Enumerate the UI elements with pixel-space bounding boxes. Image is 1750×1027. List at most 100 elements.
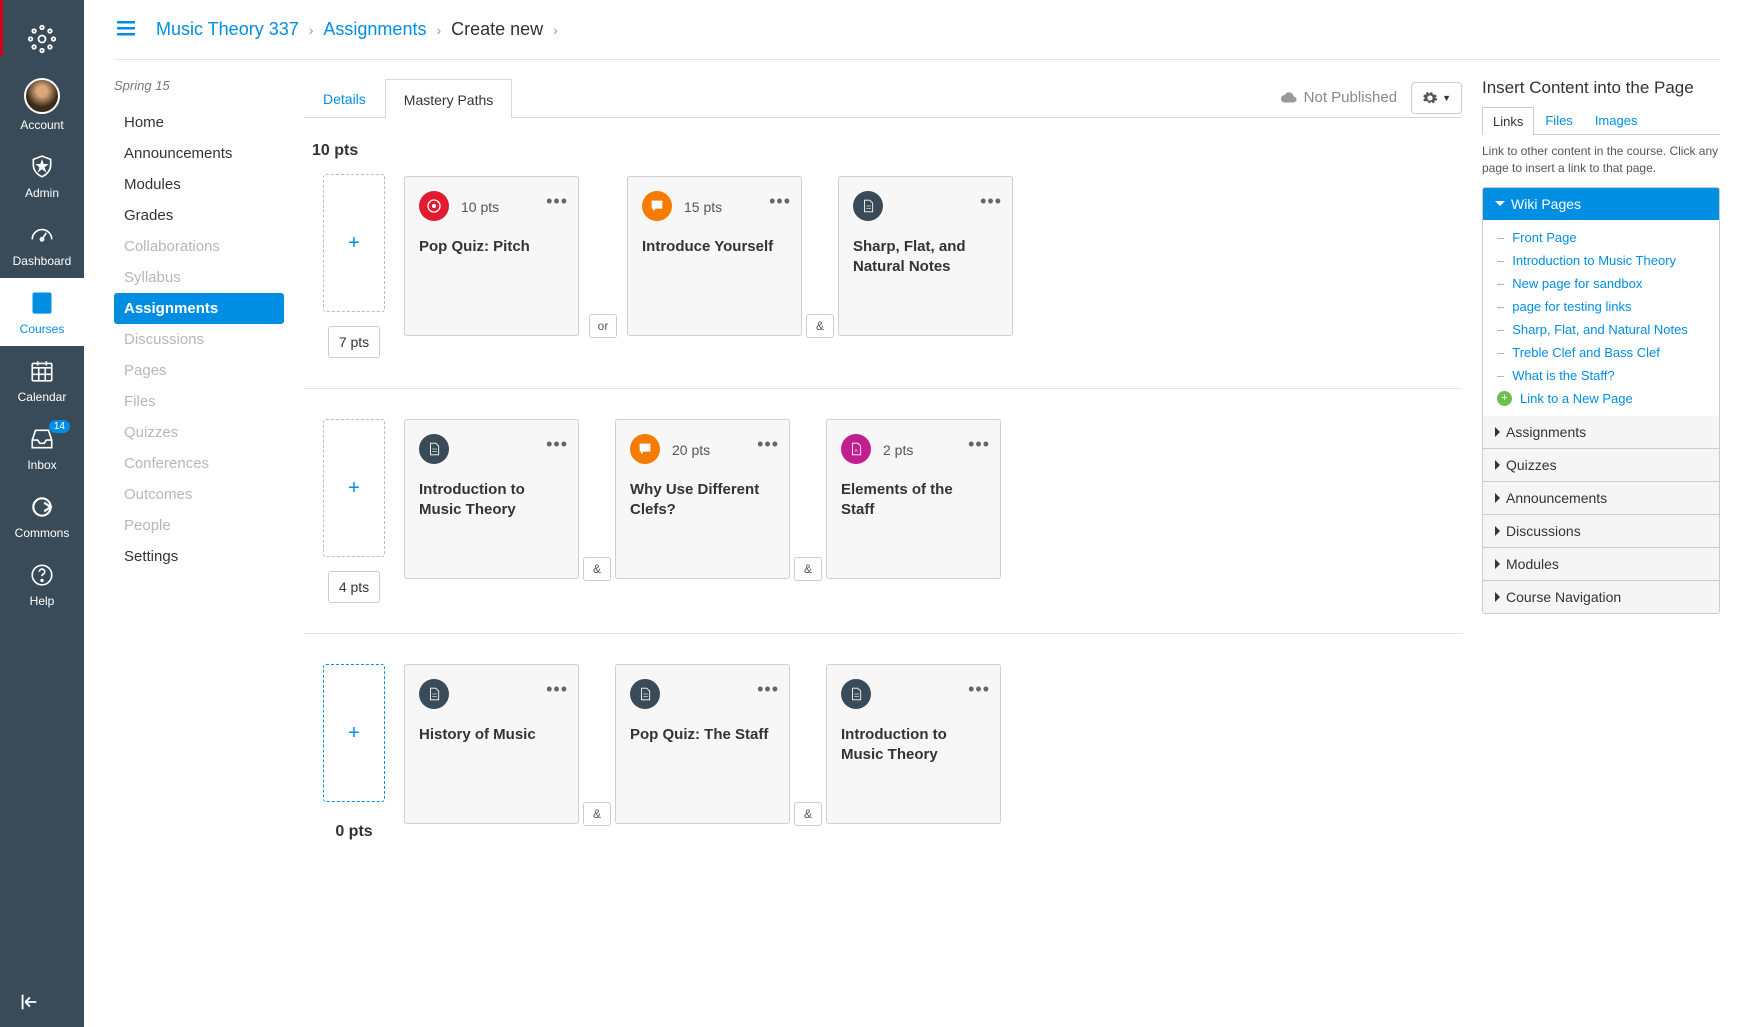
card-menu-button[interactable]: •••: [546, 434, 568, 455]
nav-dashboard[interactable]: Dashboard: [0, 210, 84, 278]
nav-label: Commons: [15, 526, 70, 540]
publish-status: Not Published: [1280, 89, 1397, 107]
page-icon: [853, 191, 883, 221]
card-menu-button[interactable]: •••: [968, 679, 990, 700]
triangle-right-icon: [1495, 460, 1500, 470]
new-page-link[interactable]: +Link to a New Page: [1483, 387, 1719, 410]
course-nav-settings[interactable]: Settings: [114, 541, 284, 572]
connector-and[interactable]: &: [583, 557, 611, 581]
accordion-announcements[interactable]: Announcements: [1483, 482, 1719, 514]
card-menu-button[interactable]: •••: [546, 679, 568, 700]
range-lower[interactable]: 4 pts: [328, 571, 380, 603]
course-nav-modules[interactable]: Modules: [114, 169, 284, 200]
nav-calendar[interactable]: Calendar: [0, 346, 84, 414]
nav-admin[interactable]: Admin: [0, 142, 84, 210]
page-icon: [419, 679, 449, 709]
accordion-label: Discussions: [1506, 523, 1581, 539]
card-menu-button[interactable]: •••: [769, 191, 791, 212]
breadcrumb-section[interactable]: Assignments: [323, 19, 426, 40]
canvas-logo-icon: [27, 24, 57, 54]
course-nav-files[interactable]: Files: [114, 386, 284, 417]
accordion-discussions[interactable]: Discussions: [1483, 515, 1719, 547]
course-nav-home[interactable]: Home: [114, 107, 284, 138]
book-icon: [27, 288, 57, 318]
path-card[interactable]: ••• History of Music: [404, 664, 579, 824]
nav-account[interactable]: Account: [0, 68, 84, 142]
range-lower[interactable]: 7 pts: [328, 326, 380, 358]
wiki-page-link[interactable]: –Sharp, Flat, and Natural Notes: [1483, 318, 1719, 341]
course-nav-collaborations[interactable]: Collaborations: [114, 231, 284, 262]
sidebar-tab-files[interactable]: Files: [1534, 106, 1583, 134]
course-nav-conferences[interactable]: Conferences: [114, 448, 284, 479]
card-menu-button[interactable]: •••: [980, 191, 1002, 212]
tab-mastery-paths[interactable]: Mastery Paths: [385, 79, 512, 118]
wiki-page-link[interactable]: –Treble Clef and Bass Clef: [1483, 341, 1719, 364]
page-icon: [841, 679, 871, 709]
card-menu-button[interactable]: •••: [757, 434, 779, 455]
path-card[interactable]: ••• Introduction to Music Theory: [826, 664, 1001, 824]
wiki-page-link[interactable]: –Introduction to Music Theory: [1483, 249, 1719, 272]
tab-details[interactable]: Details: [304, 78, 385, 117]
connector-or[interactable]: or: [589, 314, 617, 338]
nav-inbox[interactable]: 14 Inbox: [0, 414, 84, 482]
course-nav-pages[interactable]: Pages: [114, 355, 284, 386]
nav-courses[interactable]: Courses: [0, 278, 84, 346]
caret-down-icon: ▼: [1442, 93, 1451, 103]
logo[interactable]: [0, 10, 84, 68]
triangle-right-icon: [1495, 493, 1500, 503]
course-nav-quizzes[interactable]: Quizzes: [114, 417, 284, 448]
triangle-right-icon: [1495, 559, 1500, 569]
sidebar-tabs: Links Files Images: [1482, 106, 1720, 135]
nav-commons[interactable]: Commons: [0, 482, 84, 550]
sidebar-tab-links[interactable]: Links: [1482, 107, 1534, 135]
wiki-page-link[interactable]: –New page for sandbox: [1483, 272, 1719, 295]
accordion-assignments[interactable]: Assignments: [1483, 416, 1719, 448]
gear-icon: [1422, 90, 1438, 106]
connector-and[interactable]: &: [794, 557, 822, 581]
add-item-button[interactable]: +: [323, 664, 385, 802]
path-card[interactable]: ••• Pop Quiz: The Staff: [615, 664, 790, 824]
card-title: Pop Quiz: The Staff: [630, 725, 775, 745]
connector-and[interactable]: &: [806, 314, 834, 338]
course-nav-assignments[interactable]: Assignments: [114, 293, 284, 324]
wiki-page-link[interactable]: –page for testing links: [1483, 295, 1719, 318]
course-nav-people[interactable]: People: [114, 510, 284, 541]
add-item-button[interactable]: +: [323, 419, 385, 557]
sidebar-tab-images[interactable]: Images: [1584, 106, 1649, 134]
path-card[interactable]: 20 pts ••• Why Use Different Clefs?: [615, 419, 790, 579]
collapse-nav-button[interactable]: [0, 977, 84, 1027]
assignment-icon: A: [841, 434, 871, 464]
dash-icon: –: [1497, 299, 1504, 314]
path-card[interactable]: A 2 pts ••• Elements of the Staff: [826, 419, 1001, 579]
course-nav-grades[interactable]: Grades: [114, 200, 284, 231]
add-item-button[interactable]: +: [323, 174, 385, 312]
wiki-page-link[interactable]: –Front Page: [1483, 226, 1719, 249]
accordion-quizzes[interactable]: Quizzes: [1483, 449, 1719, 481]
card-menu-button[interactable]: •••: [968, 434, 990, 455]
path-row: 10 pts+7 pts 10 pts ••• Pop Quiz: Pitcho…: [304, 142, 1462, 389]
card-menu-button[interactable]: •••: [546, 191, 568, 212]
hamburger-button[interactable]: [114, 16, 138, 43]
accordion-modules[interactable]: Modules: [1483, 548, 1719, 580]
course-nav-outcomes[interactable]: Outcomes: [114, 479, 284, 510]
nav-help[interactable]: Help: [0, 550, 84, 618]
path-card[interactable]: ••• Sharp, Flat, and Natural Notes: [838, 176, 1013, 336]
settings-button[interactable]: ▼: [1411, 82, 1462, 114]
breadcrumb-course[interactable]: Music Theory 337: [156, 19, 299, 40]
course-nav-discussions[interactable]: Discussions: [114, 324, 284, 355]
accordion-course-navigation[interactable]: Course Navigation: [1483, 581, 1719, 613]
path-card[interactable]: 10 pts ••• Pop Quiz: Pitch: [404, 176, 579, 336]
path-card[interactable]: ••• Introduction to Music Theory: [404, 419, 579, 579]
connector-and[interactable]: &: [794, 802, 822, 826]
wiki-page-link[interactable]: –What is the Staff?: [1483, 364, 1719, 387]
path-card[interactable]: 15 pts ••• Introduce Yourself: [627, 176, 802, 336]
triangle-right-icon: [1495, 592, 1500, 602]
gauge-icon: [27, 220, 57, 250]
course-nav-syllabus[interactable]: Syllabus: [114, 262, 284, 293]
dash-icon: –: [1497, 345, 1504, 360]
connector-and[interactable]: &: [583, 802, 611, 826]
accordion-wiki-pages[interactable]: Wiki Pages: [1483, 188, 1719, 220]
course-nav-announcements[interactable]: Announcements: [114, 138, 284, 169]
triangle-down-icon: [1495, 201, 1505, 206]
card-menu-button[interactable]: •••: [757, 679, 779, 700]
